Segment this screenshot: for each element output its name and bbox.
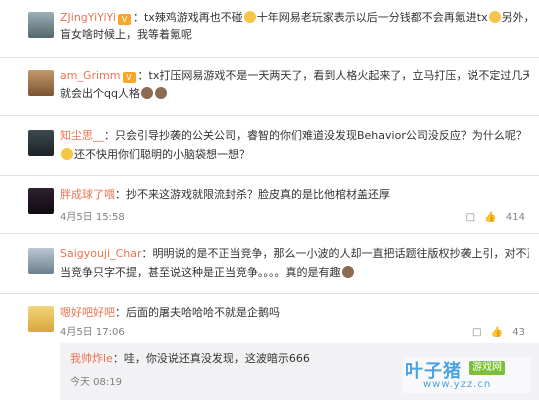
- username-link[interactable]: 知尘思__: [60, 129, 104, 142]
- avatar[interactable]: [28, 70, 54, 96]
- username-link[interactable]: 我帅炸le: [70, 352, 113, 365]
- reply-icon[interactable]: □: [472, 327, 481, 338]
- watermark-url: www.yzz.cn: [423, 379, 492, 390]
- emoji-icon: [61, 148, 73, 160]
- username-link[interactable]: 嗯好吧好吧: [60, 306, 115, 319]
- thumbs-up-icon[interactable]: 👍: [491, 327, 503, 338]
- comment-text-line2: 当竞争只字不提，甚至说这种是正当竞争。。。。真的是有趣: [60, 265, 529, 281]
- comment-text: 嗯好吧好吧：后面的屠夫哈哈哈不就是企鹅吗: [60, 306, 280, 319]
- divider: [0, 175, 539, 176]
- emoji-icon: [341, 266, 354, 278]
- comment-text: am_Grimm V ：tx打压网易游戏不是一天两天了，看到人格火起来了，立马打压，…: [60, 69, 529, 83]
- divider: [0, 233, 539, 234]
- divider: [0, 293, 539, 294]
- username-link[interactable]: 胖成球了喂: [60, 188, 115, 201]
- avatar[interactable]: [28, 12, 54, 38]
- watermark-logo: 叶子猪 游戏网 www.yzz.cn: [403, 357, 531, 393]
- emoji-icon: [140, 87, 153, 99]
- comment-text-line2: 就会出个qq人格: [60, 86, 529, 102]
- comment-text-line2: 盲女啥时候上，我等着氪呢: [60, 28, 192, 41]
- like-count: 43: [512, 327, 525, 338]
- watermark-tag: 游戏网: [469, 361, 505, 375]
- avatar[interactable]: [28, 130, 54, 156]
- reply-icon[interactable]: □: [466, 212, 475, 223]
- emoji-icon: [243, 11, 256, 23]
- username-link[interactable]: Saigyouji_Char: [60, 247, 142, 260]
- emoji-icon: [154, 87, 167, 99]
- emoji-icon: [488, 11, 501, 23]
- comment-text-line2: 还不快用你们聪明的小脑袋想一想？: [60, 147, 529, 163]
- avatar[interactable]: [28, 248, 54, 274]
- comment-date: 4月5日 17:06: [60, 327, 125, 338]
- thumbs-up-icon[interactable]: 👍: [484, 212, 496, 223]
- vip-badge-icon: V: [122, 72, 136, 83]
- vip-badge-icon: V: [117, 14, 131, 25]
- comment-actions: □ 👍 414: [460, 211, 525, 225]
- comment-text: 知尘思__：只会引导抄袭的公关公司，睿智的你们难道没发现Behavior公司没反…: [60, 129, 527, 142]
- avatar[interactable]: [28, 306, 54, 332]
- reply-time: 今天 08:19: [70, 377, 122, 388]
- reply-text: 我帅炸le：哇，你没说还真没发现，这波暗示666: [70, 352, 310, 365]
- comment-actions: □ 👍 43: [466, 326, 525, 340]
- comment-text: ZJingYiYiYi V ：tx辣鸡游戏再也不碰 十年网易老玩家表示以后一分钱都不会…: [60, 11, 529, 25]
- comment-text: 胖成球了喂：抄不来这游戏就限流封杀？脸皮真的是比他棺材盖还厚: [60, 188, 390, 201]
- divider: [0, 115, 539, 116]
- comment-text: Saigyouji_Char：明明说的是不正当竞争，那么一小波的人却一直把话题往…: [60, 247, 529, 260]
- avatar[interactable]: [28, 188, 54, 214]
- like-count: 414: [505, 212, 525, 223]
- comment-date: 4月5日 15:58: [60, 212, 125, 223]
- username-link[interactable]: am_Grimm: [60, 69, 121, 82]
- username-link[interactable]: ZJingYiYiYi: [60, 11, 116, 24]
- divider: [0, 57, 539, 58]
